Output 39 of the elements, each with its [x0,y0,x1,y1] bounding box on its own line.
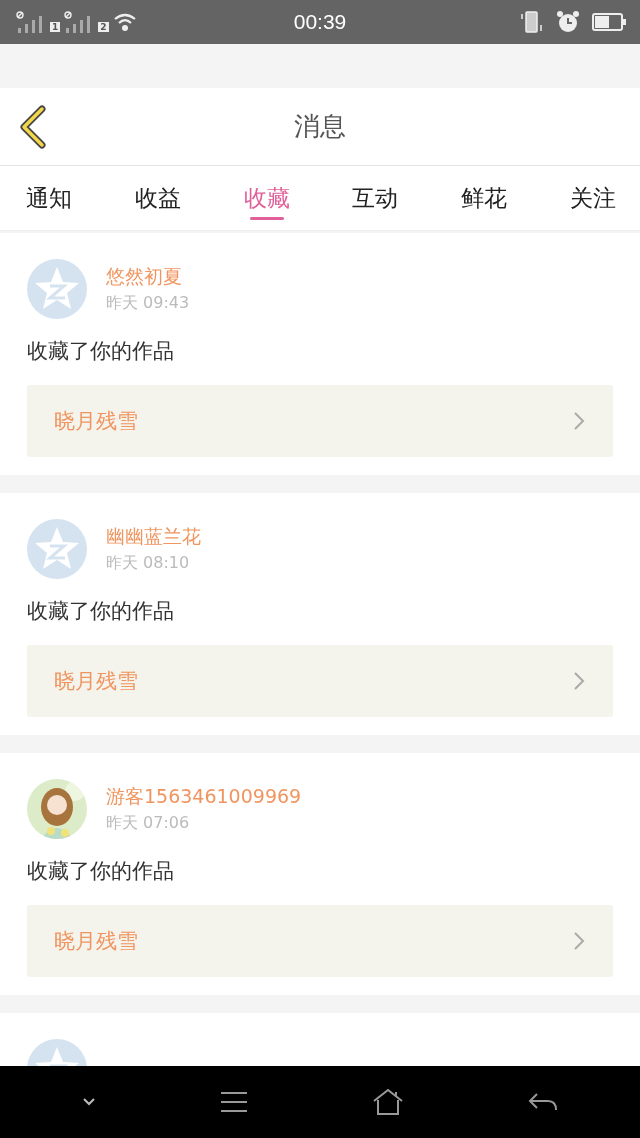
battery-icon [592,13,626,31]
tab[interactable]: 鲜花 [453,166,516,230]
user-name[interactable]: 悠然初夏 [106,264,190,290]
user-name[interactable]: 游客1563461009969 [106,784,302,810]
sim-number: 1 [50,22,61,32]
chevron-icon [573,931,585,951]
work-title: 晓月残雪 [54,928,138,955]
tab[interactable]: 通知 [18,166,80,230]
work-link[interactable]: 晓月残雪 [27,385,613,457]
avatar-icon [27,519,87,579]
wifi-icon [112,12,137,32]
chevron-icon [573,671,585,691]
user-name[interactable]: 幽幽蓝兰花 [106,524,201,550]
page-title: 消息 [294,110,346,143]
clock: 00:39 [292,10,348,34]
vibrate-icon [520,11,544,33]
work-link[interactable]: 晓月残雪 [27,645,613,717]
work-link[interactable]: 晓月残雪 [27,905,613,977]
chevron-down-icon[interactable] [82,1097,96,1107]
home-icon[interactable] [372,1088,404,1116]
chevron-icon [573,411,585,431]
message-text: 收藏了你的作品 [27,338,175,365]
tab[interactable]: 收益 [126,166,189,230]
message-time: 昨天 08:10 [106,553,191,574]
message-time: 昨天 07:06 [106,813,191,834]
menu-icon[interactable] [220,1091,248,1113]
sim-number: 2 [98,22,109,32]
tab[interactable]: 互动 [344,166,407,230]
back-arrow-icon[interactable] [528,1092,558,1112]
alarm-icon [556,10,580,34]
back-icon[interactable] [18,105,48,149]
message-text: 收藏了你的作品 [27,598,175,625]
tab[interactable]: 收藏 [235,166,298,230]
message-time: 昨天 09:43 [106,293,190,314]
work-title: 晓月残雪 [54,408,138,435]
tab[interactable]: 关注 [562,166,624,230]
work-title: 晓月残雪 [54,668,138,695]
avatar-icon [27,259,87,319]
message-text: 收藏了你的作品 [27,858,175,885]
